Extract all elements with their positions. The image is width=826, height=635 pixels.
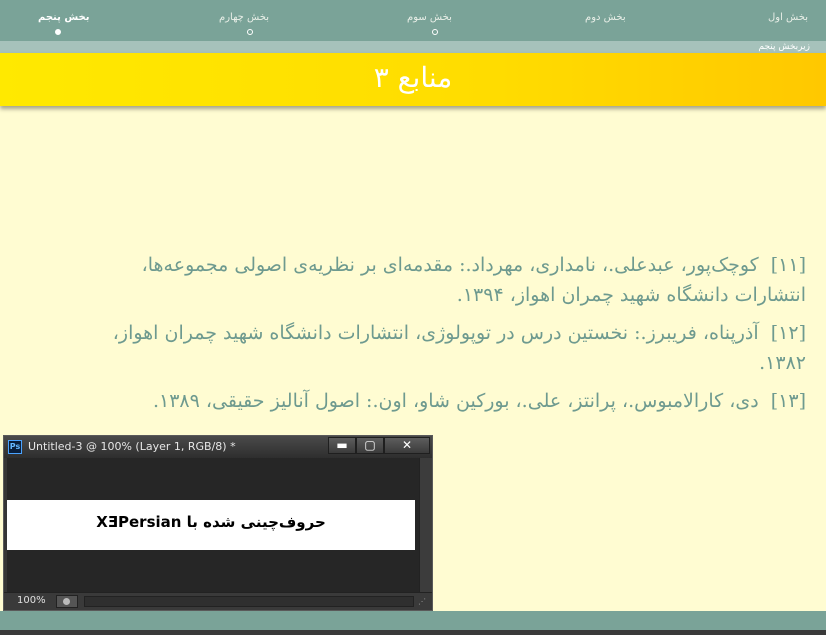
- canvas-text: حروف‌چینی شده با XƎPersian: [96, 513, 326, 531]
- document-canvas[interactable]: حروف‌چینی شده با XƎPersian: [7, 458, 419, 592]
- window-title-bar[interactable]: Ps Untitled-3 @ 100% (Layer 1, RGB/8) * …: [4, 436, 432, 458]
- status-menu-icon[interactable]: [56, 595, 78, 608]
- nav-dot-icon[interactable]: [432, 29, 438, 35]
- frame-title-bar: منابع ۳: [0, 53, 826, 106]
- footer-edge: [0, 630, 826, 635]
- canvas-image[interactable]: حروف‌چینی شده با XƎPersian: [7, 500, 415, 550]
- reference-number: [۱۱]: [770, 254, 806, 276]
- horizontal-scrollbar[interactable]: [84, 596, 414, 607]
- footer-bar: [0, 611, 826, 630]
- nav-section-1[interactable]: بخش اول: [768, 12, 808, 23]
- reference-number: [۱۲]: [770, 322, 806, 344]
- maximize-button[interactable]: ▢: [356, 437, 384, 454]
- nav-section-3[interactable]: بخش سوم: [407, 12, 452, 23]
- reference-text: دی، کارالامبوس.، پرانتز، علی.، بورکین شا…: [152, 390, 759, 412]
- nav-dot-filled-icon[interactable]: [55, 29, 61, 35]
- vertical-scrollbar[interactable]: [419, 458, 432, 592]
- reference-text: کوچک‌پور، عبدعلی.، نامداری، مهرداد.: مقد…: [141, 254, 806, 306]
- reference-item: [۱۲] آذرپناه، فریبرز.: نخستین درس در توپ…: [100, 318, 806, 378]
- reference-item: [۱۱] کوچک‌پور، عبدعلی.، نامداری، مهرداد.…: [100, 250, 806, 310]
- frame-title: منابع ۳: [373, 61, 453, 94]
- reference-item: [۱۳] دی، کارالامبوس.، پرانتز، علی.، بورک…: [100, 386, 806, 416]
- section-navigation-bar: بخش پنجم بخش چهارم بخش سوم بخش دوم بخش ا…: [0, 0, 826, 41]
- resize-grip-icon[interactable]: ⋰: [418, 597, 428, 607]
- reference-text: آذرپناه، فریبرز.: نخستین درس در توپولوژی…: [112, 322, 806, 374]
- nav-dot-icon[interactable]: [247, 29, 253, 35]
- window-title: Untitled-3 @ 100% (Layer 1, RGB/8) *: [28, 440, 236, 453]
- reference-list: [۱۱] کوچک‌پور، عبدعلی.، نامداری، مهرداد.…: [100, 250, 806, 424]
- reference-number: [۱۳]: [770, 390, 806, 412]
- zoom-level[interactable]: 100%: [17, 595, 46, 606]
- photoshop-app-icon: Ps: [8, 440, 22, 454]
- nav-section-5[interactable]: بخش پنجم: [38, 12, 89, 23]
- minimize-button[interactable]: ▬: [328, 437, 356, 454]
- nav-section-2[interactable]: بخش دوم: [585, 12, 626, 23]
- subsection-bar: [0, 41, 826, 53]
- status-bar: 100% ⋰: [4, 592, 432, 610]
- photoshop-document-window[interactable]: Ps Untitled-3 @ 100% (Layer 1, RGB/8) * …: [3, 435, 433, 611]
- nav-section-4[interactable]: بخش چهارم: [219, 12, 269, 23]
- close-button[interactable]: ✕: [384, 437, 430, 454]
- subsection-label: زیربخش پنجم: [758, 42, 811, 52]
